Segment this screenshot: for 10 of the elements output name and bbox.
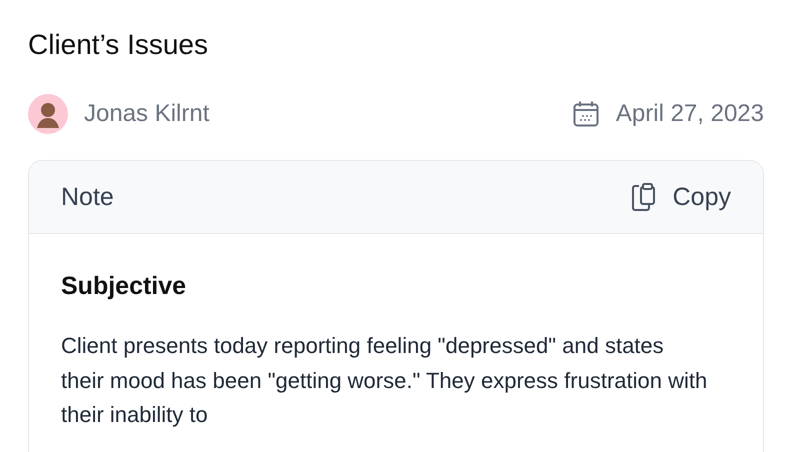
clipboard-icon — [630, 182, 657, 212]
page-title: Client’s Issues — [28, 28, 210, 62]
card-header: Note — [61, 182, 114, 212]
avatar-icon — [28, 94, 68, 134]
note-paragraph: Client presents today reporting feeling "depressed" and states their mood has been "getting worse." They express frustration with their inability to — [61, 332, 708, 429]
copy-button[interactable]: Copy — [630, 182, 731, 212]
section-heading: Subjective — [61, 272, 188, 301]
author-name: Jonas Kilrnt — [84, 100, 210, 128]
calendar-icon — [572, 100, 600, 128]
date-text: April 27, 2023 — [616, 100, 764, 128]
